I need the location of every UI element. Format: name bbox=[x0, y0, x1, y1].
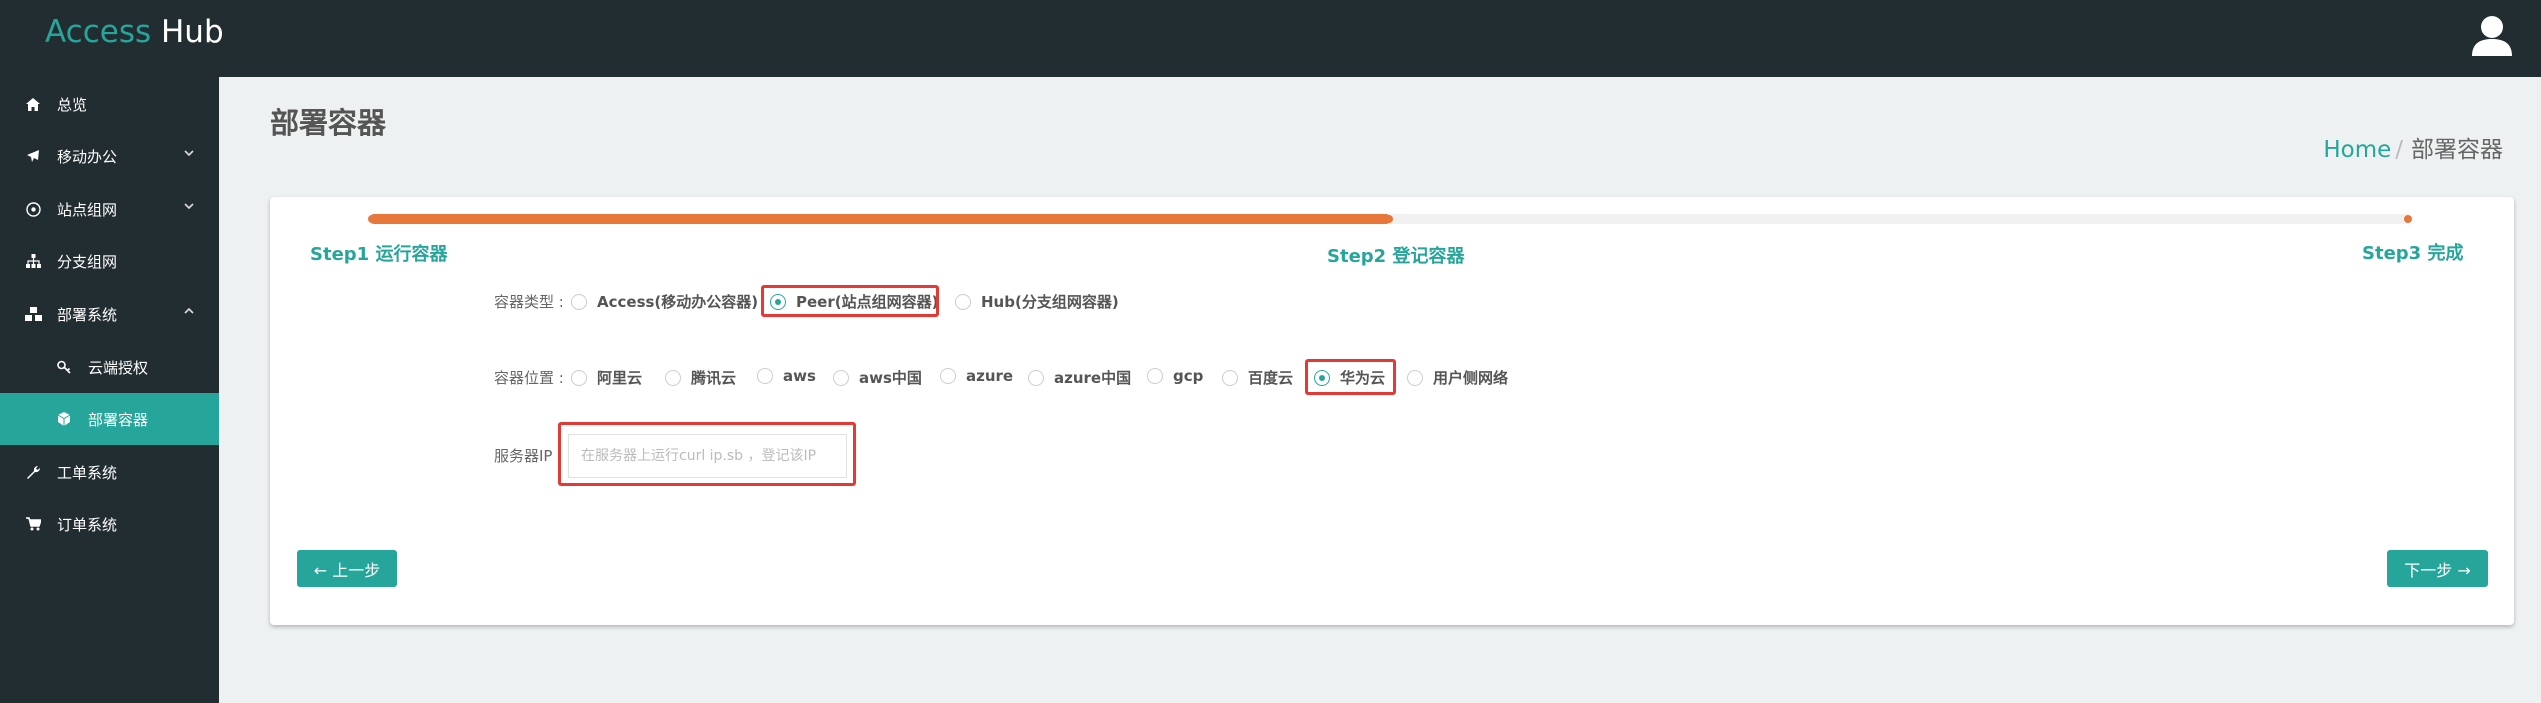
highlight-box bbox=[761, 285, 939, 317]
network-icon bbox=[24, 201, 42, 217]
brand-part1: Access bbox=[45, 14, 152, 50]
sidebar-item-label: 云端授权 bbox=[88, 358, 149, 377]
sidebar-item-label: 订单系统 bbox=[57, 515, 118, 534]
radio-button[interactable] bbox=[940, 368, 956, 384]
option-label: Access(移动办公容器) bbox=[597, 293, 759, 311]
container-type-label: 容器类型 : bbox=[494, 293, 564, 311]
brand-part2: Hub bbox=[160, 14, 224, 50]
sidebar-item-mobile-office[interactable]: 移动办公 bbox=[0, 130, 219, 182]
sidebar-item-site-network[interactable]: 站点组网 bbox=[0, 183, 219, 235]
prev-step-button[interactable]: ← 上一步 bbox=[297, 550, 397, 587]
cube-icon bbox=[55, 411, 73, 427]
sidebar-item-label: 总览 bbox=[57, 95, 88, 114]
sidebar-item-deploy-container[interactable]: 部署容器 bbox=[0, 393, 219, 445]
sidebar-item-label: 工单系统 bbox=[57, 463, 118, 482]
type-option-access[interactable]: Access(移动办公容器) bbox=[571, 291, 758, 312]
highlight-box bbox=[1305, 359, 1396, 395]
highlight-box bbox=[558, 422, 856, 486]
option-label: azure bbox=[966, 367, 1014, 385]
radio-button[interactable] bbox=[571, 293, 587, 310]
sidebar-item-deploy-system[interactable]: 部署系统 bbox=[0, 288, 219, 340]
option-label: aws bbox=[783, 367, 816, 385]
plane-icon bbox=[24, 148, 42, 164]
location-option-aliyun[interactable]: 阿里云 bbox=[571, 367, 642, 388]
location-option-user-network[interactable]: 用户侧网络 bbox=[1407, 367, 1508, 388]
sidebar-item-cloud-auth[interactable]: 云端授权 bbox=[0, 341, 219, 393]
top-navbar: Access Hub bbox=[0, 0, 2541, 77]
breadcrumb-separator: / bbox=[2395, 137, 2403, 163]
sidebar-item-label: 部署系统 bbox=[57, 305, 118, 324]
option-label: azure中国 bbox=[1054, 369, 1132, 387]
sidebar-item-ticket-system[interactable]: 工单系统 bbox=[0, 446, 219, 498]
cubes-icon bbox=[24, 306, 42, 322]
option-label: 用户侧网络 bbox=[1433, 369, 1509, 387]
server-ip-label: 服务器IP bbox=[494, 447, 553, 465]
step2-label: Step2 登记容器 bbox=[1327, 246, 1465, 267]
location-option-gcp[interactable]: gcp bbox=[1147, 367, 1203, 385]
option-label: aws中国 bbox=[859, 369, 922, 387]
step1-dot bbox=[368, 215, 376, 223]
option-label: gcp bbox=[1173, 367, 1204, 385]
wizard-progress-fill bbox=[370, 214, 1390, 224]
sidebar-item-overview[interactable]: 总览 bbox=[0, 78, 219, 130]
option-label: 腾讯云 bbox=[691, 369, 737, 387]
step1-label: Step1 运行容器 bbox=[310, 244, 448, 265]
sidebar-item-label: 分支组网 bbox=[57, 252, 118, 271]
brand-logo[interactable]: Access Hub bbox=[45, 12, 224, 52]
radio-button[interactable] bbox=[1147, 368, 1163, 384]
sidebar-item-label: 部署容器 bbox=[88, 410, 149, 429]
step2-dot bbox=[1385, 215, 1393, 223]
breadcrumb: Home / 部署容器 bbox=[2323, 130, 2503, 164]
option-label: Hub(分支组网容器) bbox=[981, 293, 1119, 311]
radio-button[interactable] bbox=[1222, 369, 1238, 386]
breadcrumb-current: 部署容器 bbox=[2411, 137, 2503, 163]
option-label: 百度云 bbox=[1248, 369, 1294, 387]
radio-button[interactable] bbox=[757, 368, 773, 384]
wrench-icon bbox=[24, 464, 42, 480]
radio-button[interactable] bbox=[665, 369, 681, 386]
breadcrumb-home-link[interactable]: Home bbox=[2323, 137, 2391, 163]
location-option-aws-china[interactable]: aws中国 bbox=[833, 367, 922, 388]
location-option-azure-china[interactable]: azure中国 bbox=[1028, 367, 1131, 388]
radio-button[interactable] bbox=[955, 293, 971, 310]
user-icon[interactable] bbox=[2468, 14, 2516, 58]
next-step-button[interactable]: 下一步 → bbox=[2387, 550, 2488, 587]
location-option-baidu[interactable]: 百度云 bbox=[1222, 367, 1293, 388]
sidebar-item-label: 移动办公 bbox=[57, 147, 118, 166]
sidebar-item-order-system[interactable]: 订单系统 bbox=[0, 498, 219, 550]
sidebar-item-label: 站点组网 bbox=[57, 200, 118, 219]
radio-button[interactable] bbox=[1028, 369, 1044, 386]
home-icon bbox=[24, 96, 42, 112]
type-option-hub[interactable]: Hub(分支组网容器) bbox=[955, 291, 1119, 312]
step3-dot bbox=[2404, 215, 2412, 223]
sidebar-item-branch-network[interactable]: 分支组网 bbox=[0, 235, 219, 287]
location-option-tencent[interactable]: 腾讯云 bbox=[665, 367, 736, 388]
step3-label: Step3 完成 bbox=[2362, 243, 2464, 264]
location-option-azure[interactable]: azure bbox=[940, 367, 1013, 385]
chevron-down-icon bbox=[183, 147, 197, 161]
key-icon bbox=[55, 359, 73, 375]
radio-button[interactable] bbox=[571, 369, 587, 386]
container-location-label: 容器位置 : bbox=[494, 369, 564, 387]
chevron-up-icon bbox=[183, 305, 197, 319]
sitemap-icon bbox=[24, 253, 42, 269]
location-option-aws[interactable]: aws bbox=[757, 367, 816, 385]
option-label: 阿里云 bbox=[597, 369, 643, 387]
page-title: 部署容器 bbox=[270, 106, 387, 140]
chevron-down-icon bbox=[183, 200, 197, 214]
cart-icon bbox=[24, 516, 42, 532]
radio-button[interactable] bbox=[833, 369, 849, 386]
radio-button[interactable] bbox=[1407, 369, 1423, 386]
sidebar: 总览 移动办公 站点组网 分支组网 部署系统 云端授权 部署容器 工单系统 订单… bbox=[0, 77, 219, 703]
